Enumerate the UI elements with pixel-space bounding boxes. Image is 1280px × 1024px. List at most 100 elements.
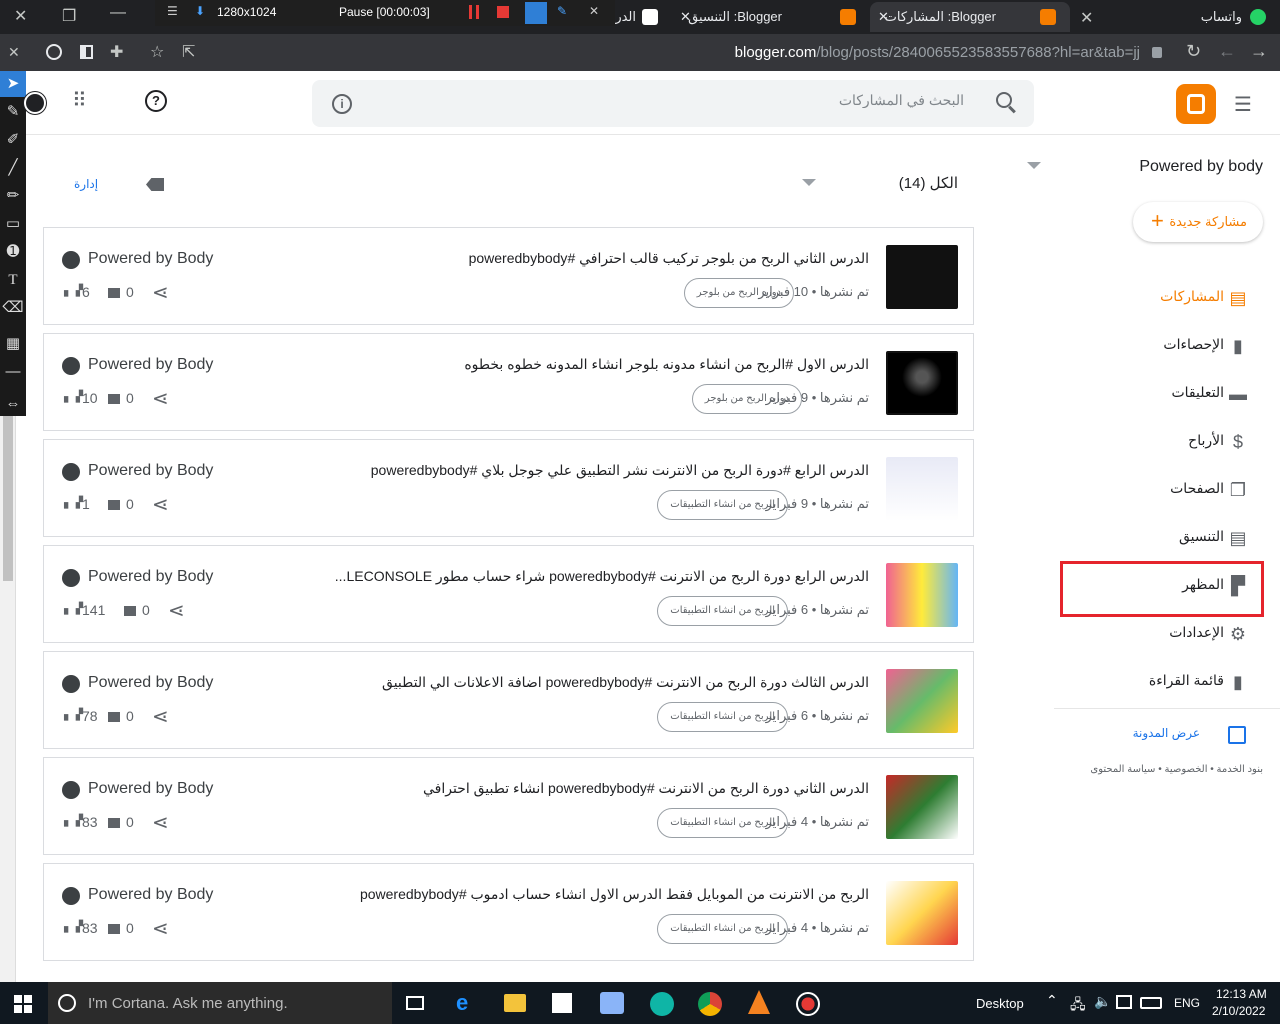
volume-icon[interactable]: 🔈 [1094,993,1111,1010]
star-icon[interactable]: ☆ [150,42,164,62]
pin-icon[interactable]: ⬇ [195,4,205,18]
share-icon[interactable]: ⋖ [168,598,185,623]
post-label-chip[interactable]: الربح من انشاء التطبيقات [657,914,788,944]
edge-icon[interactable] [650,992,674,1016]
apps-grid-icon[interactable]: ⠿ [72,91,92,112]
post-card[interactable]: الدرس الرابع #دورة الربح من الانترنت نشر… [43,439,974,537]
restore-window-icon[interactable]: ❐ [62,6,76,26]
close-recorder-icon[interactable]: ✕ [589,4,599,18]
share-page-icon[interactable]: ⇱ [182,42,195,62]
info-icon[interactable]: i [332,94,352,114]
sidebar-item-pages[interactable]: ❐ الصفحات [1054,466,1280,514]
new-post-button[interactable]: + مشاركة جديدة [1133,202,1263,242]
sidebar-item-dollar[interactable]: $ الأرباح [1054,418,1280,466]
clock-time[interactable]: 12:13 AM [1216,987,1267,1001]
expand-tool-icon[interactable]: ⇔ [0,391,26,417]
desktop-label[interactable]: Desktop [976,996,1024,1011]
post-thumbnail[interactable] [886,775,958,839]
post-label-chip[interactable]: الربح من انشاء التطبيقات [657,808,788,838]
keyboard-icon[interactable] [1140,997,1162,1009]
extension-icon[interactable] [46,44,62,60]
sidebar-item-gear[interactable]: ⚙ الإعدادات [1054,610,1280,658]
text-tool-icon[interactable]: T [0,267,26,293]
line-width-tool-icon[interactable]: — [0,359,26,385]
language-indicator[interactable]: ENG [1174,996,1200,1010]
stop-button[interactable] [497,6,509,18]
store-icon[interactable] [552,993,572,1013]
scrollbar-thumb[interactable] [3,416,13,581]
post-card[interactable]: الربح من الانترنت من الموبايل فقط الدرس … [43,863,974,961]
share-icon[interactable]: ⋖ [152,704,169,729]
opacity-tool-icon[interactable]: ▦ [0,331,26,357]
show-hidden-icon[interactable]: ⌃ [1046,992,1058,1009]
post-card[interactable]: الدرس الثاني دورة الربح من الانترنت #pow… [43,757,974,855]
sidebar-icon[interactable] [80,45,93,59]
windows-start-icon[interactable] [14,995,32,1013]
line-tool-icon[interactable]: ╱ [0,155,26,181]
chrome-icon[interactable] [698,992,722,1016]
help-icon[interactable]: ? [145,90,167,112]
puzzle-icon[interactable]: ✚ [110,42,123,62]
post-title[interactable]: الدرس الرابع #دورة الربح من الانترنت نشر… [309,462,869,479]
post-title[interactable]: الربح من الانترنت من الموبايل فقط الدرس … [309,886,869,903]
marker-tool-icon[interactable]: ✐ [0,127,26,153]
vlc-icon[interactable] [748,990,770,1014]
share-icon[interactable]: ⋖ [152,916,169,941]
all-posts-filter[interactable]: الكل (14) [899,174,958,192]
tab-blogger-posts[interactable]: Blogger: المشاركات ✕ [870,2,1070,32]
camera-button[interactable] [525,2,547,24]
filter-all-arrow-icon[interactable] [802,179,816,186]
post-label-chip[interactable]: الربح من انشاء التطبيقات [657,702,788,732]
forward-icon[interactable]: → [1250,41,1268,62]
post-title[interactable]: الدرس الثاني الربح من بلوجر تركيب قالب ا… [309,250,869,267]
tab-whatsapp[interactable]: واتساب [1140,2,1280,32]
label-icon[interactable] [146,178,164,191]
filter-dropdown-arrow-icon[interactable] [1027,162,1041,169]
post-title[interactable]: الدرس الثاني دورة الربح من الانترنت #pow… [309,780,869,797]
post-card[interactable]: الدرس الرابع دورة الربح من الانترنت #pow… [43,545,974,643]
post-thumbnail[interactable] [886,457,958,521]
share-icon[interactable]: ⋖ [152,386,169,411]
post-thumbnail[interactable] [886,245,958,309]
close-tab-icon[interactable]: ✕ [1080,8,1093,28]
menu-icon[interactable]: ☰ [167,4,178,18]
page-scrollbar[interactable] [0,416,16,982]
post-label-chip[interactable]: الربح من انشاء التطبيقات [657,596,788,626]
cortana-search[interactable]: I'm Cortana. Ask me anything. [48,982,392,1024]
post-thumbnail[interactable] [886,881,958,945]
url-field[interactable]: blogger.com/blog/posts/28400655235835576… [700,42,1170,64]
minimize-window-icon[interactable]: — [110,4,126,22]
sidebar-item-comments[interactable]: ▬ التعليقات [1054,370,1280,418]
post-card[interactable]: الدرس الثاني الربح من بلوجر تركيب قالب ا… [43,227,974,325]
recorder-app-icon[interactable] [796,992,820,1016]
android-icon[interactable] [24,92,46,114]
sidebar-item-posts[interactable]: ▤ المشاركات [1054,274,1280,322]
post-label-chip[interactable]: الربح من انشاء التطبيقات [657,490,788,520]
file-explorer-icon[interactable] [504,994,526,1012]
tab-other[interactable]: الدر [612,2,668,32]
post-thumbnail[interactable] [886,669,958,733]
sidebar-item-layout[interactable]: ▤ التنسيق [1054,514,1280,562]
manage-link[interactable]: إدارة [74,177,98,191]
number-tool-icon[interactable]: ➊ [0,239,26,265]
close-panel-icon[interactable]: ✕ [8,44,20,61]
hamburger-menu-icon[interactable]: ☰ [1234,92,1252,117]
post-title[interactable]: الدرس الرابع دورة الربح من الانترنت #pow… [309,568,869,585]
post-card[interactable]: الدرس الاول #الربح من انشاء مدونه بلوجر … [43,333,974,431]
close-window-icon[interactable]: ✕ [14,6,27,26]
post-title[interactable]: الدرس الثالث دورة الربح من الانترنت #pow… [309,674,869,691]
notification-icon[interactable] [1116,995,1132,1009]
edge-legacy-icon[interactable]: e [456,992,478,1014]
content-policy-link[interactable]: سياسة المحتوى [1090,764,1155,775]
network-icon[interactable]: 🖧 [1070,994,1086,1018]
post-card[interactable]: الدرس الثالث دورة الربح من الانترنت #pow… [43,651,974,749]
tab-blogger-layout[interactable]: Blogger: التنسيق ✕ [672,2,866,32]
post-thumbnail[interactable] [886,351,958,415]
brush-tool-icon[interactable]: ✏ [0,183,26,209]
privacy-link[interactable]: الخصوصية [1164,764,1207,775]
post-title[interactable]: الدرس الاول #الربح من انشاء مدونه بلوجر … [309,356,869,373]
post-label-chip[interactable]: دوره الربح من بلوجر [691,384,802,414]
post-label-chip[interactable]: دوره الربح من بلوجر [683,278,794,308]
close-tab-icon[interactable]: ✕ [680,2,691,32]
task-view-icon[interactable] [406,996,424,1010]
